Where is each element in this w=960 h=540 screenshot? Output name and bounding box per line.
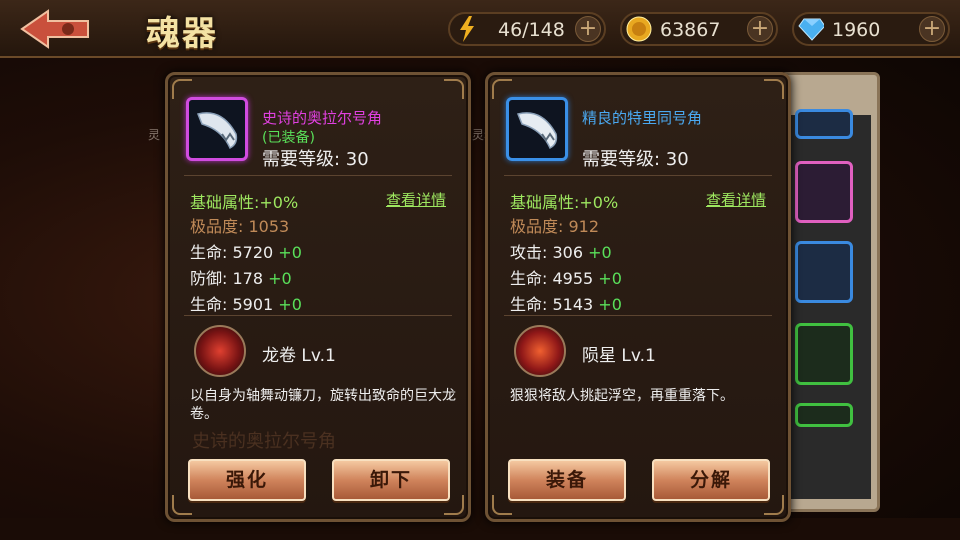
quality-value: 极品度: 1053 [190, 217, 290, 236]
lightning-icon [454, 16, 480, 42]
top-bar: 魂器 46/148 + 63867 + 1960 + [0, 0, 960, 58]
skill-description: 以自身为轴舞动镰刀，旋转出致命的巨大龙卷。 [190, 388, 456, 422]
equipped-label: (已装备) [262, 130, 315, 146]
card-corner [492, 79, 512, 99]
item-name: 史诗的奥拉尔号角 [262, 109, 383, 127]
view-details-link[interactable]: 查看详情 [706, 189, 766, 210]
back-button[interactable] [18, 9, 92, 49]
back-arrow-icon [20, 9, 89, 49]
divider [504, 315, 772, 316]
stat-row: 攻击: 306 +0 [510, 239, 612, 263]
tornado-skill-icon [194, 325, 246, 377]
diamond-value: 1960 [832, 19, 881, 41]
item-slot[interactable] [795, 161, 853, 223]
card-corner [444, 79, 464, 99]
stat-label: 生命: 5901 [190, 295, 274, 314]
divider [184, 315, 452, 316]
stat-bonus: +0 [268, 269, 292, 288]
energy-value: 46/148 [498, 19, 565, 41]
equipped-item-card: 史诗的奥拉尔号角 (已装备) 需要等级: 30 基础属性:+0% 查看详情 极品… [165, 72, 471, 522]
view-details-link[interactable]: 查看详情 [386, 189, 446, 210]
stat-label: 防御: 178 [190, 269, 264, 288]
bottom-strip [0, 518, 960, 540]
gold-coin-icon [626, 16, 652, 42]
gold-value: 63867 [660, 19, 721, 41]
item-slot[interactable] [795, 323, 853, 385]
stat-label: 生命: 4955 [510, 269, 594, 288]
item-slot[interactable] [795, 109, 853, 139]
skill-description: 狠狠将敌人挑起浮空，再重重落下。 [510, 388, 734, 404]
soul-item-grid-panel: 魂 [673, 72, 880, 512]
item-slot[interactable] [795, 403, 853, 427]
card-corner [172, 79, 192, 99]
stat-label: 生命: 5143 [510, 295, 594, 314]
add-gold-button[interactable]: + [747, 16, 773, 42]
horn-icon [196, 112, 238, 150]
divider [184, 175, 452, 176]
skill-name: 龙卷 Lv.1 [262, 346, 336, 366]
stat-bonus: +0 [278, 243, 302, 262]
diamond-counter: 1960 + [792, 12, 950, 46]
stat-bonus: +0 [598, 295, 622, 314]
stat-row: 生命: 5720 +0 [190, 239, 302, 263]
add-diamond-button[interactable]: + [919, 16, 945, 42]
item-slot-compare [506, 97, 568, 161]
unequip-button[interactable]: 卸下 [332, 459, 450, 501]
skill-name: 陨星 Lv.1 [582, 346, 656, 366]
diamond-icon [798, 16, 824, 42]
item-name: 精良的特里同号角 [582, 109, 703, 127]
quality-value: 极品度: 912 [510, 217, 600, 236]
base-attribute: 基础属性:+0% [510, 193, 619, 212]
stat-bonus: +0 [598, 269, 622, 288]
stat-row: 防御: 178 +0 [190, 265, 292, 289]
required-level: 需要等级: 30 [262, 149, 369, 170]
required-level: 需要等级: 30 [582, 149, 689, 170]
ghost-item-title: 史诗的奥拉尔号角 [192, 431, 336, 452]
stat-row: 生命: 4955 +0 [510, 265, 622, 289]
meteor-skill-icon [514, 325, 566, 377]
base-attribute: 基础属性:+0% [190, 193, 299, 212]
enhance-button[interactable]: 强化 [188, 459, 306, 501]
energy-counter: 46/148 + [448, 12, 606, 46]
compare-item-card: 精良的特里同号角 需要等级: 30 基础属性:+0% 查看详情 极品度: 912… [485, 72, 791, 522]
background-tab-label: 灵 [148, 128, 161, 142]
stat-bonus: +0 [278, 295, 302, 314]
card-corner [764, 79, 784, 99]
equip-button[interactable]: 装备 [508, 459, 626, 501]
stat-row: 生命: 5901 +0 [190, 291, 302, 315]
stat-bonus: +0 [588, 243, 612, 262]
item-slot-equipped [186, 97, 248, 161]
stat-row: 生命: 5143 +0 [510, 291, 622, 315]
page-title: 魂器 [146, 14, 218, 54]
stat-label: 生命: 5720 [190, 243, 274, 262]
add-energy-button[interactable]: + [575, 16, 601, 42]
gold-counter: 63867 + [620, 12, 778, 46]
item-slot[interactable] [795, 241, 853, 303]
decompose-button[interactable]: 分解 [652, 459, 770, 501]
divider [504, 175, 772, 176]
stat-label: 攻击: 306 [510, 243, 584, 262]
horn-icon [516, 112, 558, 150]
